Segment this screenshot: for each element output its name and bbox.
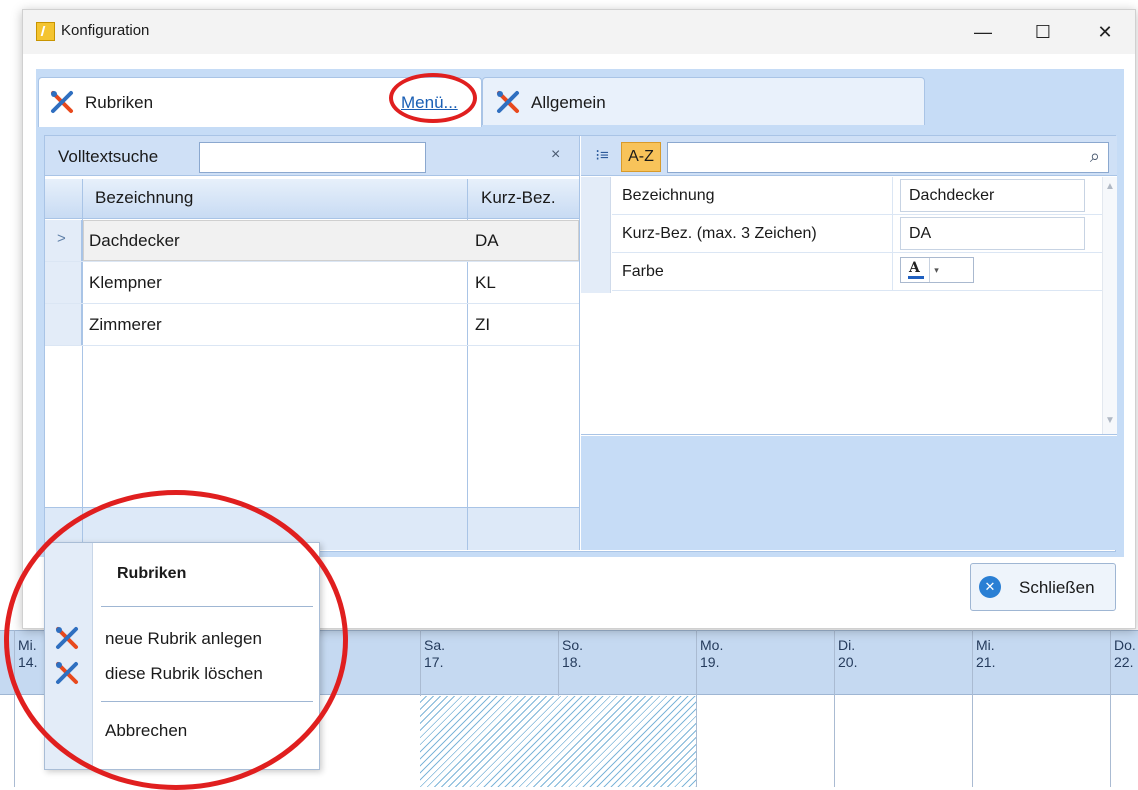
color-swatch (908, 276, 924, 279)
tools-icon (51, 91, 73, 113)
table-row[interactable]: Zimmerer ZI (45, 304, 579, 346)
tab-label: Allgemein (531, 93, 606, 112)
calendar-day[interactable]: Mi. 21. (972, 630, 1110, 787)
minimize-button[interactable]: — (963, 18, 1003, 46)
cell-bezeichnung[interactable]: Klempner (89, 273, 162, 293)
property-search-input[interactable]: ⌕ (667, 142, 1109, 173)
property-divider (892, 177, 893, 214)
property-row[interactable]: Farbe A ▾ (612, 253, 1102, 291)
scroll-down-icon[interactable]: ▼ (1105, 415, 1115, 426)
search-icon: ⌕ (1089, 146, 1100, 166)
current-row-arrow-icon: > (57, 230, 66, 247)
cell-kurz-bez[interactable]: ZI (475, 315, 490, 335)
calendar-day[interactable]: Di. 20. (834, 630, 972, 787)
search-label: Volltextsuche (58, 147, 159, 166)
property-value-input[interactable]: Dachdecker (900, 179, 1085, 212)
app-logo-icon (36, 22, 55, 41)
calendar-day[interactable]: Do. 22. (1110, 630, 1138, 787)
property-divider (892, 215, 893, 252)
property-description-area (581, 436, 1117, 550)
categorized-view-button[interactable]: ⁝≡ (587, 142, 617, 172)
alphabetical-sort-button[interactable]: A-Z (621, 142, 661, 172)
tools-icon (497, 91, 519, 113)
property-name: Kurz-Bez. (max. 3 Zeichen) (622, 225, 817, 242)
clear-search-button[interactable]: × (551, 146, 560, 164)
table-row[interactable]: > Dachdecker DA (45, 220, 579, 262)
tab-allgemein[interactable]: Allgemein (482, 77, 925, 125)
close-window-button[interactable]: ✕ (1085, 18, 1125, 46)
property-value-input[interactable]: DA (900, 217, 1085, 250)
property-name: Bezeichnung (622, 187, 715, 204)
color-picker-button[interactable]: A ▾ (900, 257, 974, 283)
tab-label: Rubriken (85, 93, 154, 112)
annotation-circle-context-menu (4, 490, 348, 790)
column-header-kurz-bez[interactable]: Kurz-Bez. (481, 188, 556, 208)
footer-divider (467, 508, 468, 550)
maximize-button[interactable]: ☐ (1023, 18, 1063, 46)
property-name: Farbe (622, 263, 664, 280)
property-row[interactable]: Bezeichnung Dachdecker (612, 177, 1102, 215)
cell-bezeichnung[interactable]: Zimmerer (89, 315, 162, 335)
title-bar[interactable]: Konfiguration — ☐ ✕ (23, 10, 1135, 54)
chevron-down-icon[interactable]: ▾ (929, 258, 943, 282)
rubriken-grid: Volltextsuche × Bezeichnung Kurz-Bez. > … (45, 136, 580, 550)
property-toolbar: ⁝≡ A-Z ⌕ (581, 136, 1117, 176)
cell-bezeichnung[interactable]: Dachdecker (89, 231, 180, 251)
property-list: Bezeichnung Dachdecker Kurz-Bez. (max. 3… (581, 177, 1117, 435)
weekend-hatch (420, 696, 696, 787)
day-label: Sa. 17. (424, 637, 446, 670)
tab-panel: Volltextsuche × Bezeichnung Kurz-Bez. > … (44, 135, 1117, 552)
vertical-scrollbar[interactable]: ▲ ▼ (1102, 177, 1117, 434)
row-indicator[interactable] (45, 262, 82, 303)
property-row[interactable]: Kurz-Bez. (max. 3 Zeichen) DA (612, 215, 1102, 253)
content-area: Rubriken Menü... Allgemein Volltextsuche… (36, 69, 1124, 557)
property-divider (892, 253, 893, 290)
property-gutter (581, 177, 611, 293)
day-label: So. 18. (562, 637, 584, 670)
table-row[interactable]: Klempner KL (45, 262, 579, 304)
property-grid: ⁝≡ A-Z ⌕ Bezeichnung Dachdecker Kurz-Bez… (581, 136, 1117, 550)
cell-kurz-bez[interactable]: DA (475, 231, 499, 251)
close-circle-icon: ✕ (979, 576, 1001, 598)
search-bar: Volltextsuche × (45, 136, 579, 176)
day-label: Mo. 19. (700, 637, 724, 670)
calendar-day[interactable]: Mo. 19. (696, 630, 834, 787)
row-indicator[interactable]: > (45, 220, 82, 261)
day-label: Mi. 21. (976, 637, 996, 670)
search-input[interactable] (199, 142, 426, 173)
day-label: Di. 20. (838, 637, 858, 670)
window-title: Konfiguration (61, 22, 150, 39)
font-color-icon: A (909, 260, 920, 276)
column-header-bezeichnung[interactable]: Bezeichnung (95, 188, 193, 208)
day-label: Do. 22. (1114, 637, 1136, 670)
grid-header: Bezeichnung Kurz-Bez. (45, 179, 579, 219)
close-button-label: Schließen (1019, 578, 1095, 597)
cell-kurz-bez[interactable]: KL (475, 273, 496, 293)
row-indicator[interactable] (45, 304, 82, 345)
scroll-up-icon[interactable]: ▲ (1105, 181, 1115, 192)
annotation-circle-menu-link (389, 73, 477, 123)
close-button[interactable]: ✕ Schließen (970, 563, 1116, 611)
